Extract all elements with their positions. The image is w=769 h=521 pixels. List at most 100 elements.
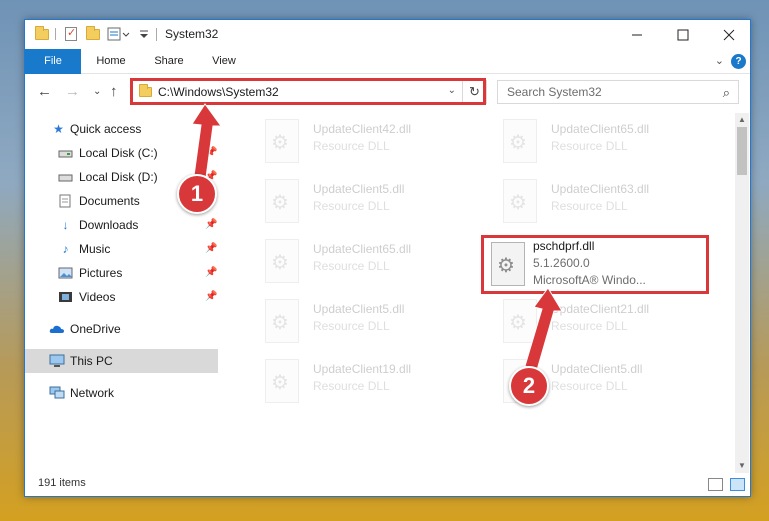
pin-icon[interactable]: 📌 bbox=[205, 261, 217, 285]
new-folder-icon[interactable] bbox=[85, 26, 101, 42]
scroll-up-icon[interactable]: ▲ bbox=[735, 113, 749, 127]
pin-icon[interactable]: 📌 bbox=[205, 285, 217, 309]
file-item[interactable]: UpdateClient21.dll Resource DLL bbox=[483, 297, 683, 349]
title-bar: System32 bbox=[25, 20, 750, 49]
dll-file-icon bbox=[503, 179, 537, 223]
sidebar-item-pictures[interactable]: Pictures 📌 bbox=[25, 261, 218, 285]
sidebar-item-label: Music bbox=[79, 242, 111, 256]
dll-file-icon bbox=[265, 359, 299, 403]
customize-quick-access-icon[interactable] bbox=[107, 26, 133, 42]
search-input[interactable]: Search System32 ⌕ bbox=[497, 80, 739, 104]
vertical-scrollbar[interactable]: ▲ ▼ bbox=[735, 113, 749, 473]
navigation-bar: ← → ⌄ ↑ C:\Windows\System32 ⌄ ↻ Search S… bbox=[25, 75, 750, 109]
file-item[interactable]: UpdateClient63.dll Resource DLL bbox=[483, 177, 683, 229]
sidebar-item-quick-access[interactable]: ★ Quick access bbox=[25, 117, 218, 141]
close-button[interactable] bbox=[706, 20, 752, 49]
up-button[interactable]: ↑ bbox=[110, 83, 118, 100]
file-type: Resource DLL bbox=[551, 319, 628, 333]
file-name: UpdateClient65.dll bbox=[551, 122, 650, 136]
address-path[interactable]: C:\Windows\System32 bbox=[158, 85, 279, 99]
back-button[interactable]: ← bbox=[37, 83, 52, 100]
file-item[interactable]: UpdateClient65.dll Resource DLL bbox=[245, 237, 445, 289]
drive-icon bbox=[58, 170, 73, 184]
tab-home[interactable]: Home bbox=[87, 49, 135, 74]
sidebar-item-label: Downloads bbox=[79, 218, 139, 232]
address-bar[interactable]: C:\Windows\System32 ⌄ ↻ bbox=[132, 80, 487, 104]
status-bar: 191 items bbox=[25, 474, 750, 496]
file-item-pschdprf[interactable]: pschdprf.dll 5.1.2600.0 MicrosoftA® Wind… bbox=[487, 237, 707, 291]
file-company: MicrosoftA® Windo... bbox=[533, 273, 646, 287]
file-item[interactable]: UpdateClient5.dll Resource DLL bbox=[245, 177, 445, 229]
pin-icon[interactable]: 📌 bbox=[205, 141, 217, 165]
properties-icon[interactable] bbox=[63, 26, 79, 42]
scroll-thumb[interactable] bbox=[737, 127, 747, 175]
chevron-down-icon[interactable]: ⌄ bbox=[448, 85, 456, 96]
pin-icon[interactable]: 📌 bbox=[205, 213, 217, 237]
tab-view[interactable]: View bbox=[201, 49, 247, 74]
folder-icon bbox=[139, 84, 153, 98]
file-type: Resource DLL bbox=[551, 199, 628, 213]
sidebar-item-onedrive[interactable]: OneDrive bbox=[25, 317, 218, 341]
window-title: System32 bbox=[165, 27, 219, 41]
file-type: Resource DLL bbox=[313, 139, 390, 153]
sidebar-item-local-disk-c[interactable]: Local Disk (C:) 📌 bbox=[25, 141, 218, 165]
divider bbox=[156, 28, 157, 41]
pictures-icon bbox=[58, 266, 73, 280]
chevron-down-icon[interactable] bbox=[138, 26, 150, 42]
dll-file-icon bbox=[265, 179, 299, 223]
dll-file-icon bbox=[265, 299, 299, 343]
file-name: UpdateClient5.dll bbox=[551, 362, 643, 376]
tab-share[interactable]: Share bbox=[145, 49, 193, 74]
dll-file-icon bbox=[503, 299, 537, 343]
file-name: UpdateClient65.dll bbox=[313, 242, 412, 256]
details-view-icon[interactable] bbox=[708, 478, 723, 491]
download-icon: ↓ bbox=[62, 218, 69, 232]
file-version: 5.1.2600.0 bbox=[533, 256, 590, 270]
sidebar-item-downloads[interactable]: ↓ Downloads 📌 bbox=[25, 213, 218, 237]
file-item[interactable]: UpdateClient5.dll Resource DLL bbox=[245, 297, 445, 349]
tab-file[interactable]: File bbox=[25, 49, 81, 74]
sidebar-item-label: Videos bbox=[79, 290, 116, 304]
dll-file-icon bbox=[265, 119, 299, 163]
refresh-button[interactable]: ↻ bbox=[462, 81, 486, 103]
videos-icon bbox=[58, 290, 73, 304]
sidebar-item-label: OneDrive bbox=[70, 322, 121, 336]
computer-icon bbox=[49, 354, 65, 368]
sidebar-item-music[interactable]: ♪ Music 📌 bbox=[25, 237, 218, 261]
file-name: UpdateClient21.dll bbox=[551, 302, 650, 316]
file-name: UpdateClient5.dll bbox=[313, 182, 405, 196]
file-type: Resource DLL bbox=[551, 139, 628, 153]
documents-icon bbox=[58, 194, 73, 208]
step-badge-1: 1 bbox=[177, 174, 217, 214]
help-icon[interactable]: ? bbox=[731, 54, 746, 69]
dll-file-icon bbox=[503, 119, 537, 163]
large-icons-view-icon[interactable] bbox=[730, 478, 745, 491]
search-placeholder: Search System32 bbox=[507, 85, 602, 99]
forward-button[interactable]: → bbox=[65, 83, 80, 100]
file-type: Resource DLL bbox=[313, 259, 390, 273]
sidebar-item-videos[interactable]: Videos 📌 bbox=[25, 285, 218, 309]
scroll-down-icon[interactable]: ▼ bbox=[735, 459, 749, 473]
item-count: 191 items bbox=[38, 477, 86, 489]
sidebar-item-label: Local Disk (C:) bbox=[79, 146, 158, 160]
folder-icon bbox=[34, 26, 50, 42]
network-icon bbox=[49, 386, 65, 400]
step-badge-2: 2 bbox=[509, 366, 549, 406]
minimize-button[interactable] bbox=[614, 20, 660, 49]
pin-icon[interactable]: 📌 bbox=[205, 237, 217, 261]
dll-file-icon bbox=[265, 239, 299, 283]
file-item[interactable]: UpdateClient65.dll Resource DLL bbox=[483, 117, 683, 169]
file-list: UpdateClient42.dll Resource DLL UpdateCl… bbox=[225, 115, 735, 465]
search-icon[interactable]: ⌕ bbox=[723, 85, 730, 101]
drive-icon bbox=[58, 146, 73, 160]
recent-locations-icon[interactable]: ⌄ bbox=[93, 86, 101, 97]
file-item[interactable]: UpdateClient19.dll Resource DLL bbox=[245, 357, 445, 409]
explorer-window: System32 File Home Share View ⌄ ? ← → ⌄ … bbox=[24, 19, 751, 497]
sidebar-item-this-pc[interactable]: This PC bbox=[25, 349, 218, 373]
file-type: Resource DLL bbox=[313, 199, 390, 213]
expand-ribbon-icon[interactable]: ⌄ bbox=[715, 54, 724, 67]
maximize-button[interactable] bbox=[660, 20, 706, 49]
file-item[interactable]: UpdateClient42.dll Resource DLL bbox=[245, 117, 445, 169]
sidebar-item-network[interactable]: Network bbox=[25, 381, 218, 405]
sidebar-item-label: This PC bbox=[70, 354, 113, 368]
